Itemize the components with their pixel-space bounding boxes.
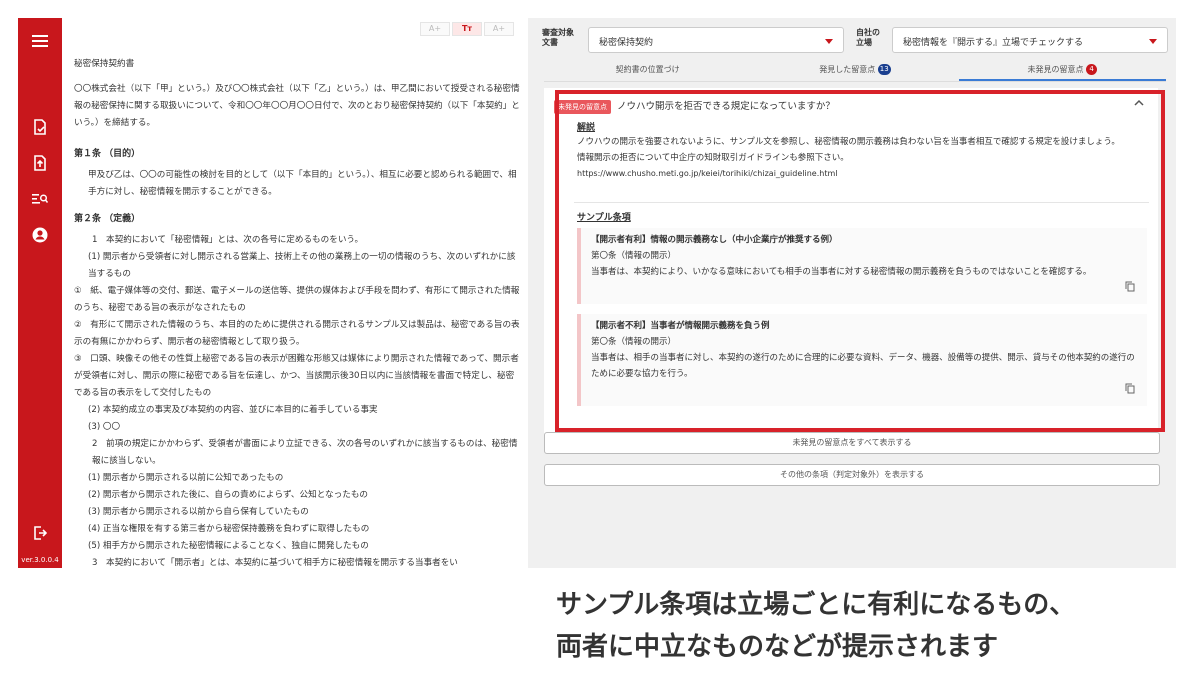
tab-missing-points[interactable]: 未発見の留意点 4 xyxy=(958,60,1166,81)
missing-count-badge: 4 xyxy=(1086,64,1098,75)
divider xyxy=(574,202,1149,203)
clause-article: 第〇条（情報の開示） xyxy=(591,251,677,261)
document-body: 秘密保持契約書 〇〇株式会社（以下「甲」という。）及び〇〇株式会社（以下「乙」と… xyxy=(74,56,520,568)
show-other-clauses-button[interactable]: その他の条項（判定対象外）を表示する xyxy=(544,464,1160,486)
document-line: (2) 本契約成立の事実及び本契約の内容、並びに本目的に着手している事実 xyxy=(88,405,378,415)
sidebar: ver.3.0.0.4 xyxy=(18,18,62,568)
position-select[interactable]: 秘密情報を『開示する』立場でチェックする xyxy=(892,27,1168,53)
document-pane: A+ Tт A+ 秘密保持契約書 〇〇株式会社（以下「甲」という。）及び〇〇株式… xyxy=(62,18,528,568)
chevron-down-icon xyxy=(1149,39,1157,44)
document-check-icon[interactable] xyxy=(29,116,51,138)
logout-icon[interactable] xyxy=(29,522,51,544)
position-value: 秘密情報を『開示する』立場でチェックする xyxy=(903,38,1084,48)
caption-line-2: 両者に中立なものなどが提示されます xyxy=(556,632,999,662)
font-decrease-button[interactable]: A+ xyxy=(420,22,450,36)
article-1-title: 第１条 （目的） xyxy=(74,149,141,159)
tab-found-points[interactable]: 発見した留意点 13 xyxy=(751,60,958,81)
copy-icon[interactable] xyxy=(1125,281,1135,298)
tab-label: 発見した留意点 xyxy=(819,65,876,74)
clause-body: 当事者は、相手の当事者に対し、本契約の遂行のために合理的に必要な資料、データ、機… xyxy=(591,353,1135,379)
version-label: ver.3.0.0.4 xyxy=(21,556,59,564)
position-label: 自社の立場 xyxy=(856,28,880,47)
article-2-title: 第２条 （定義） xyxy=(74,214,141,224)
sample-clause-heading: サンプル条項 xyxy=(577,213,631,223)
guideline-link[interactable]: https://www.chusho.meti.go.jp/keiei/tori… xyxy=(577,166,1147,182)
clause-title: 【開示者有利】情報の開示義務なし（中小企業庁が推奨する例） xyxy=(591,235,838,245)
review-tabs: 契約書の位置づけ 発見した留意点 13 未発見の留意点 4 xyxy=(544,60,1166,82)
caption-line-1: サンプル条項は立場ごとに有利になるもの、 xyxy=(556,590,1076,620)
document-line: ① 紙、電子媒体等の交付、郵送、電子メールの送信等、提供の媒体および手段を問わず… xyxy=(74,286,520,313)
explanation-text-2: 情報開示の拒否について中企庁の知財取引ガイドラインも参照下さい。 xyxy=(577,153,849,163)
clause-body: 当事者は、本契約により、いかなる意味においても相手の当事者に対する秘密情報の開示… xyxy=(591,267,1092,277)
document-line: ③ 口頭、映像その他その性質上秘密である旨の表示が困難な形態又は媒体により開示さ… xyxy=(74,354,519,398)
document-line: (3) 〇〇 xyxy=(88,422,121,432)
document-line: (4) 正当な権限を有する第三者から秘密保持義務を負わずに取得したもの xyxy=(88,524,370,534)
show-all-missing-button[interactable]: 未発見の留意点をすべて表示する xyxy=(544,432,1160,454)
article-1-body: 甲及び乙は、〇〇の可能性の検討を目的として（以下「本目的」という。）、相互に必要… xyxy=(88,170,517,197)
doc-type-value: 秘密保持契約 xyxy=(599,38,654,48)
tab-label: 未発見の留意点 xyxy=(1027,65,1084,74)
user-icon[interactable] xyxy=(29,224,51,246)
document-intro: 〇〇株式会社（以下「甲」という。）及び〇〇株式会社（以下「乙」という。）は、甲乙… xyxy=(74,84,520,128)
clause-article: 第〇条（情報の開示） xyxy=(591,337,677,347)
document-line: ② 有形にて開示された情報のうち、本目的のために提供される開示されるサンプル又は… xyxy=(74,320,520,347)
document-line: (1) 開示者から開示される以前に公知であったもの xyxy=(88,473,284,483)
card-header: 未発見の留意点 ノウハウ開示を拒否できる規定になっていますか？ xyxy=(554,98,835,114)
explanation-text: ノウハウの開示を強要されないように、サンプル文を参照し、秘密情報の開示義務は負わ… xyxy=(577,137,1120,147)
font-size-controls: A+ Tт A+ xyxy=(420,22,514,36)
document-line: (2) 開示者から開示された後に、自らの責めによらず、公知となったもの xyxy=(88,490,369,500)
document-line: 2 前項の規定にかかわらず、受領者が書面により立証できる、次の各号のいずれかに該… xyxy=(92,439,518,466)
explanation-body: ノウハウの開示を強要されないように、サンプル文を参照し、秘密情報の開示義務は負わ… xyxy=(577,134,1147,182)
card-question: ノウハウ開示を拒否できる規定になっていますか？ xyxy=(617,101,835,112)
sample-clause: 【開示者有利】情報の開示義務なし（中小企業庁が推奨する例） 第〇条（情報の開示）… xyxy=(577,228,1147,304)
document-line: (5) 相手方から開示された秘密情報によることなく、独自に開発したもの xyxy=(88,541,369,551)
document-line: 1 本契約において「秘密情報」とは、次の各号に定めるものをいう。 xyxy=(92,235,364,245)
document-line: 3 本契約において「開示者」とは、本契約に基づいて相手方に秘密情報を開示する当事… xyxy=(92,558,458,568)
found-count-badge: 13 xyxy=(877,64,891,75)
document-line: (1) 開示者から受領者に対し開示される営業上、技術上その他の業務上の一切の情報… xyxy=(88,252,516,279)
document-upload-icon[interactable] xyxy=(29,152,51,174)
document-line: (3) 開示者から開示される以前から自ら保有していたもの xyxy=(88,507,309,517)
doc-type-select[interactable]: 秘密保持契約 xyxy=(588,27,844,53)
search-list-icon[interactable] xyxy=(29,188,51,210)
chevron-up-icon[interactable] xyxy=(1134,96,1144,109)
font-reset-button[interactable]: Tт xyxy=(452,22,482,36)
caption: サンプル条項は立場ごとに有利になるもの、 両者に中立なものなどが提示されます xyxy=(556,584,1156,668)
doc-type-label: 審査対象文書 xyxy=(542,28,574,47)
missing-point-card: 未発見の留意点 ノウハウ開示を拒否できる規定になっていますか？ 解説 ノウハウの開… xyxy=(544,88,1158,440)
explanation-heading: 解説 xyxy=(577,123,596,133)
clause-title: 【開示者不利】当事者が情報開示義務を負う例 xyxy=(591,321,770,331)
tab-contract-position[interactable]: 契約書の位置づけ xyxy=(544,60,751,81)
chevron-down-icon xyxy=(825,39,833,44)
document-title: 秘密保持契約書 xyxy=(74,59,135,69)
status-badge: 未発見の留意点 xyxy=(554,99,611,114)
font-increase-button[interactable]: A+ xyxy=(484,22,514,36)
sample-clause: 【開示者不利】当事者が情報開示義務を負う例 第〇条（情報の開示） 当事者は、相手… xyxy=(577,314,1147,406)
review-pane: 審査対象文書 秘密保持契約 自社の立場 秘密情報を『開示する』立場でチェックする… xyxy=(528,18,1176,568)
tab-label: 契約書の位置づけ xyxy=(615,65,680,74)
copy-icon[interactable] xyxy=(1125,383,1135,400)
menu-icon[interactable] xyxy=(29,30,51,52)
